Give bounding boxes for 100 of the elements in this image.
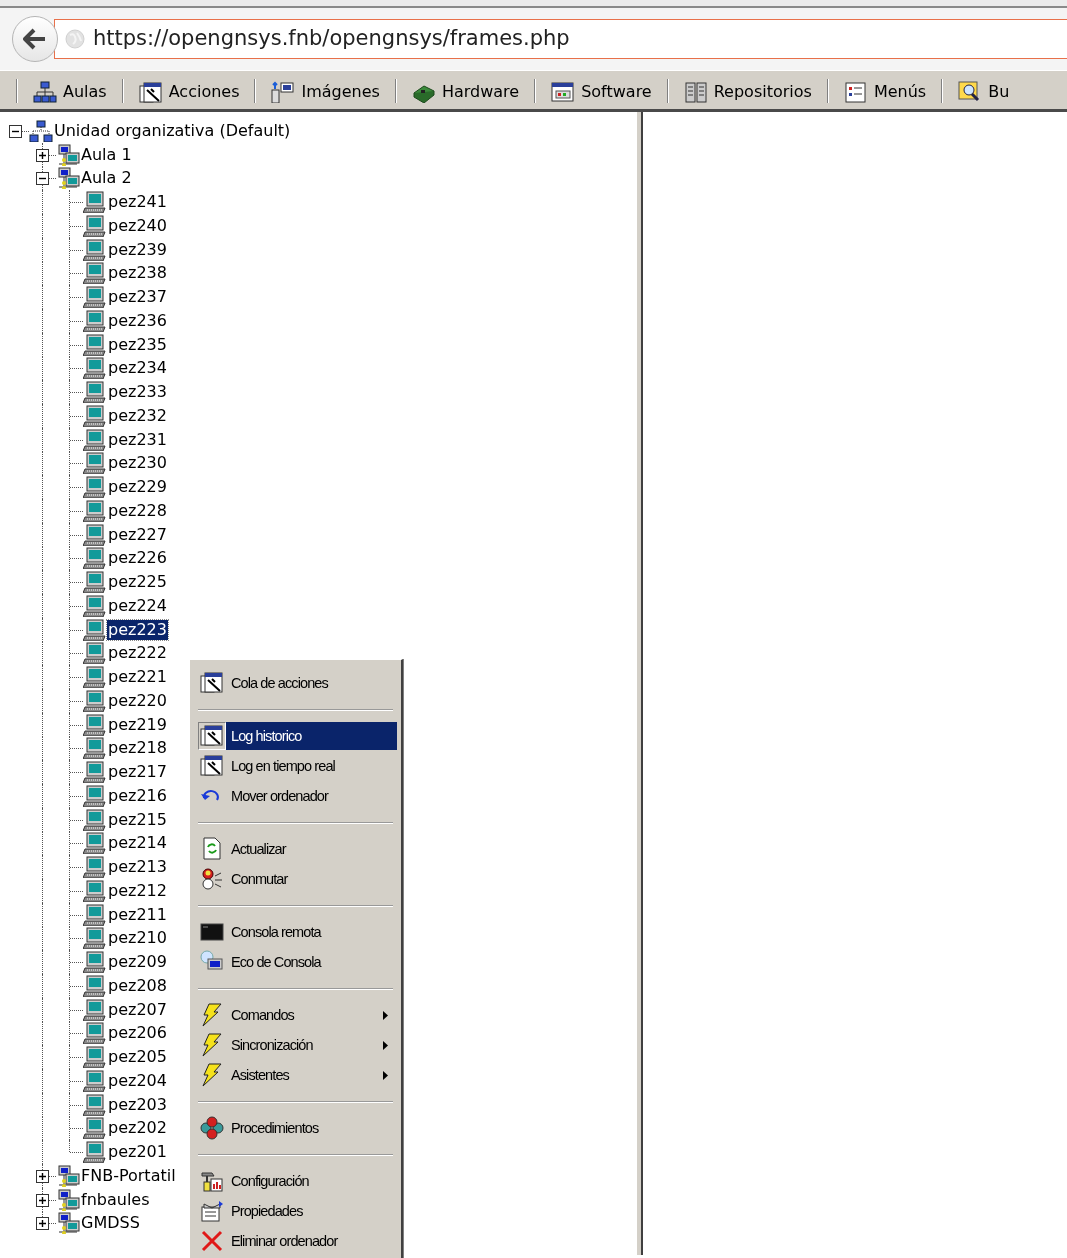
tree-item[interactable]: pez223: [107, 619, 168, 640]
menu-item[interactable]: Cola de acciones: [198, 668, 397, 698]
tree-item[interactable]: pez231: [107, 429, 168, 450]
tree-item[interactable]: pez205: [107, 1047, 168, 1068]
tree-item[interactable]: Aula 2: [80, 168, 133, 189]
tree-item[interactable]: pez209: [107, 952, 168, 973]
lightning-icon: [200, 1033, 224, 1057]
tree-item[interactable]: pez208: [107, 975, 168, 996]
tree-item[interactable]: pez202: [107, 1118, 168, 1139]
tree-item[interactable]: GMDSS: [80, 1213, 141, 1234]
tree-item[interactable]: fnbaules: [80, 1189, 151, 1210]
url-text: https://opengnsys.fnb/opengnsys/frames.php: [93, 25, 570, 53]
computer-icon: [83, 761, 107, 784]
server-icon: [683, 81, 708, 103]
tree-item[interactable]: pez207: [107, 999, 168, 1020]
menu-item[interactable]: Actualizar: [198, 834, 397, 864]
tree-item[interactable]: pez241: [107, 192, 168, 213]
tree-item[interactable]: pez226: [107, 548, 168, 569]
tree-item[interactable]: pez219: [107, 714, 168, 735]
tree-item[interactable]: pez232: [107, 405, 168, 426]
tree-item[interactable]: pez238: [107, 263, 168, 284]
computer-icon: [83, 856, 107, 879]
tree-item[interactable]: Unidad organizativa (Default): [53, 120, 292, 141]
menu-item[interactable]: Propiedades: [198, 1196, 397, 1226]
toolbar-button[interactable]: Software: [536, 71, 667, 109]
tree-item[interactable]: pez216: [107, 785, 168, 806]
toolbar-button[interactable]: Bu: [943, 71, 1025, 109]
menu-item[interactable]: Mover ordenador: [198, 781, 397, 811]
toolbar-button[interactable]: Acciones: [123, 71, 255, 109]
computers-icon: [56, 1212, 80, 1235]
expand-icon[interactable]: [36, 1169, 49, 1183]
computer-icon: [83, 927, 107, 950]
toolbar-button[interactable]: Aulas: [18, 71, 122, 109]
documents-icon: [200, 754, 224, 778]
toolbar-button[interactable]: Hardware: [396, 71, 535, 109]
expand-icon[interactable]: [36, 1217, 49, 1231]
expand-icon[interactable]: [36, 148, 49, 162]
tree-item[interactable]: pez211: [107, 904, 168, 925]
collapse-icon[interactable]: [36, 172, 49, 186]
tree-item[interactable]: pez227: [107, 524, 168, 545]
tree-item[interactable]: pez239: [107, 239, 168, 260]
tree-item[interactable]: pez237: [107, 287, 168, 308]
back-button[interactable]: [12, 16, 58, 62]
expand-icon[interactable]: [36, 1193, 49, 1207]
tree-item[interactable]: pez221: [107, 667, 168, 688]
computer-icon: [83, 214, 107, 237]
tree-item[interactable]: pez229: [107, 477, 168, 498]
tree-item[interactable]: pez234: [107, 358, 168, 379]
refresh-document-icon: [200, 837, 224, 861]
network-icon: [33, 81, 57, 103]
computer-icon: [83, 404, 107, 427]
menu-item[interactable]: Procedimientos: [198, 1113, 397, 1143]
tree-item[interactable]: pez228: [107, 500, 168, 521]
documents-icon: [200, 671, 224, 695]
tree-item[interactable]: pez225: [107, 572, 168, 593]
computer-icon: [83, 1022, 107, 1045]
computer-icon: [83, 333, 107, 356]
tree-item[interactable]: Aula 1: [80, 144, 133, 165]
circles-icon: [200, 1116, 224, 1140]
toolbar-button[interactable]: Menús: [828, 71, 942, 109]
menu-item[interactable]: Conmutar: [198, 864, 397, 894]
computer-icon: [83, 832, 107, 855]
tree-item[interactable]: pez230: [107, 453, 168, 474]
tree-item[interactable]: pez214: [107, 833, 168, 854]
tree-item[interactable]: pez203: [107, 1094, 168, 1115]
tree-item[interactable]: pez222: [107, 643, 168, 664]
toolbar-button[interactable]: Imágenes: [256, 71, 395, 109]
address-field[interactable]: https://opengnsys.fnb/opengnsys/frames.php: [54, 19, 1067, 59]
tree-item[interactable]: pez213: [107, 857, 168, 878]
tree-item[interactable]: pez240: [107, 215, 168, 236]
tree-item[interactable]: pez224: [107, 595, 168, 616]
tree-item[interactable]: pez217: [107, 762, 168, 783]
tree-item[interactable]: pez220: [107, 690, 168, 711]
menu-item[interactable]: Sincronización: [198, 1030, 397, 1060]
tree-item[interactable]: FNB-Portatil: [80, 1165, 177, 1186]
tree-item[interactable]: pez204: [107, 1070, 168, 1091]
computer-icon: [83, 357, 107, 380]
tree-item[interactable]: pez235: [107, 334, 168, 355]
tree-item[interactable]: pez236: [107, 310, 168, 331]
tree-item[interactable]: pez215: [107, 809, 168, 830]
tree-item[interactable]: pez210: [107, 928, 168, 949]
tree-item[interactable]: pez201: [107, 1142, 168, 1163]
back-icon: [23, 28, 47, 50]
menu-item[interactable]: Log en tiempo real: [198, 751, 397, 781]
menu-item[interactable]: Eco de Consola: [198, 947, 397, 977]
menu-item[interactable]: Configuración: [198, 1166, 397, 1196]
computer-icon: [83, 547, 107, 570]
tree-item[interactable]: pez218: [107, 738, 168, 759]
computer-icon: [83, 1069, 107, 1092]
menu-item[interactable]: Eliminar ordenador: [198, 1226, 397, 1256]
toolbar-button[interactable]: Repositorios: [668, 71, 827, 109]
computer-icon: [83, 808, 107, 831]
tree-item[interactable]: pez206: [107, 1023, 168, 1044]
menu-item[interactable]: Comandos: [198, 1000, 397, 1030]
collapse-icon[interactable]: [9, 124, 22, 138]
computer-icon: [83, 784, 107, 807]
tree-item[interactable]: pez233: [107, 382, 168, 403]
menu-item[interactable]: Asistentes: [198, 1060, 397, 1090]
menu-item[interactable]: Consola remota: [198, 917, 397, 947]
tree-item[interactable]: pez212: [107, 880, 168, 901]
